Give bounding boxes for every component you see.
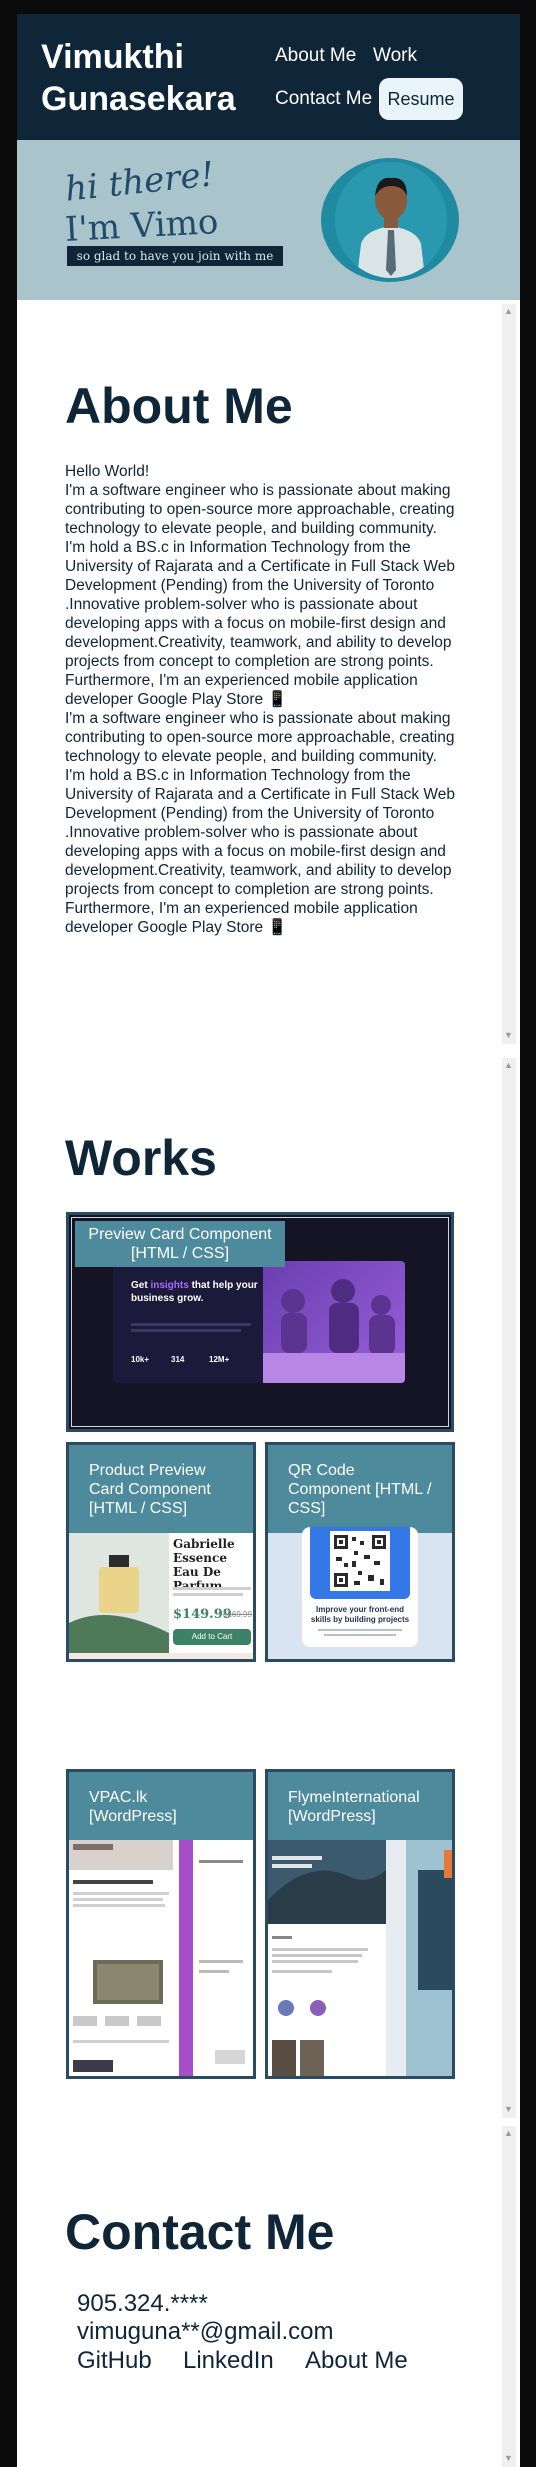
person-illustration (335, 162, 447, 278)
works-title: Works (65, 1130, 217, 1186)
product-thumbnail: Gabrielle Essence Eau De Parfum $149.99 … (69, 1533, 253, 1653)
contact-phone: 905.324.**** (77, 2290, 208, 2317)
banner-tagline: so glad to have you join with me (67, 246, 283, 266)
about-me-link[interactable]: About Me (305, 2347, 408, 2375)
nav-contact-link[interactable]: Contact Me (275, 87, 372, 111)
project-card-flymeinternational[interactable]: FlymeInternational [WordPress] (265, 1769, 455, 2079)
qr-desc-line (324, 1634, 396, 1636)
linkedin-link[interactable]: LinkedIn (183, 2347, 274, 2375)
qr-heading: Improve your front-end skills by buildin… (310, 1605, 410, 1624)
perfume-bottle-illustration (69, 1533, 169, 1653)
contact-scrollbar[interactable]: ▲ ▼ (502, 2126, 516, 2467)
github-link[interactable]: GitHub (77, 2347, 152, 2375)
project-card-qr-code[interactable]: QR Code Component [HTML / CSS] Improve y… (265, 1442, 455, 1662)
product-desc-line (173, 1593, 243, 1596)
project-card-vpac[interactable]: VPAC.lk [WordPress] (66, 1769, 256, 2079)
preview-text-line (131, 1329, 241, 1332)
qr-code-icon (330, 1531, 390, 1591)
qr-panel (310, 1527, 410, 1599)
preview-photo (263, 1261, 405, 1383)
nav-work-link[interactable]: Work (373, 44, 417, 68)
about-title: About Me (65, 378, 293, 434)
website-screenshot-illustration (268, 1840, 452, 2076)
qr-thumbnail: Improve your front-end skills by buildin… (302, 1527, 418, 1647)
add-to-cart-button[interactable]: Add to Cart (173, 1629, 251, 1645)
preview-heading: Get insights that help your business gro… (131, 1280, 258, 1304)
scroll-down-icon[interactable]: ▼ (504, 1030, 513, 1040)
site-header: Vimukthi Gunasekara About Me Work Contac… (17, 14, 520, 140)
qr-desc-line (318, 1629, 402, 1631)
card-title: Product Preview Card Component [HTML / C… (69, 1445, 253, 1533)
preview-card-thumbnail: Get insights that help your business gro… (113, 1261, 405, 1383)
about-body: Hello World! I'm a software engineer who… (65, 462, 460, 937)
flyme-website-thumbnail (268, 1840, 452, 2076)
preview-stat-3: 12M+ (209, 1355, 230, 1364)
scroll-down-icon[interactable]: ▼ (504, 2104, 513, 2114)
hero-banner: hi there! I'm Vimo so glad to have you j… (17, 140, 520, 300)
about-paragraph-1: I'm a software engineer who is passionat… (65, 482, 455, 708)
contact-title: Contact Me (65, 2204, 335, 2260)
banner-name: I'm Vimo (64, 202, 220, 250)
about-paragraph-2: I'm a software engineer who is passionat… (65, 710, 455, 936)
product-desc-line (173, 1587, 251, 1590)
team-photo-illustration (263, 1279, 405, 1383)
resume-button[interactable]: Resume (379, 78, 463, 120)
card-title: VPAC.lk [WordPress] (69, 1772, 253, 1840)
about-scrollbar[interactable]: ▲ ▼ (502, 304, 516, 1044)
site-brand[interactable]: Vimukthi Gunasekara (41, 36, 261, 120)
banner-greeting: hi there! (63, 154, 216, 210)
about-hello: Hello World! (65, 463, 150, 480)
project-card-featured[interactable]: Get insights that help your business gro… (66, 1212, 454, 1432)
scroll-up-icon[interactable]: ▲ (504, 1060, 513, 1070)
scroll-up-icon[interactable]: ▲ (504, 306, 513, 316)
nav-about-link[interactable]: About Me (275, 44, 356, 68)
product-name: Gabrielle Essence Eau De Parfum (173, 1537, 235, 1593)
profile-photo (335, 162, 447, 278)
preview-text-line (131, 1323, 251, 1326)
project-card-product-preview[interactable]: Product Preview Card Component [HTML / C… (66, 1442, 256, 1662)
featured-card-title: Preview Card Component [HTML / CSS] (75, 1221, 285, 1267)
vpac-website-thumbnail (69, 1840, 253, 2076)
preview-stat-2: 314 (171, 1355, 185, 1364)
contact-email[interactable]: vimuguna**@gmail.com (77, 2318, 333, 2346)
preview-stat-1: 10k+ (131, 1355, 150, 1364)
works-scrollbar[interactable]: ▲ ▼ (502, 1058, 516, 2118)
product-old-price: $169.99 (223, 1610, 252, 1619)
scroll-up-icon[interactable]: ▲ (504, 2128, 513, 2138)
card-title: FlymeInternational [WordPress] (268, 1772, 452, 1840)
perfume-image (69, 1533, 169, 1653)
scroll-down-icon[interactable]: ▼ (504, 2453, 513, 2463)
website-screenshot-illustration (69, 1840, 253, 2076)
page: Vimukthi Gunasekara About Me Work Contac… (17, 14, 520, 2467)
card-title: QR Code Component [HTML / CSS] (268, 1445, 452, 1533)
